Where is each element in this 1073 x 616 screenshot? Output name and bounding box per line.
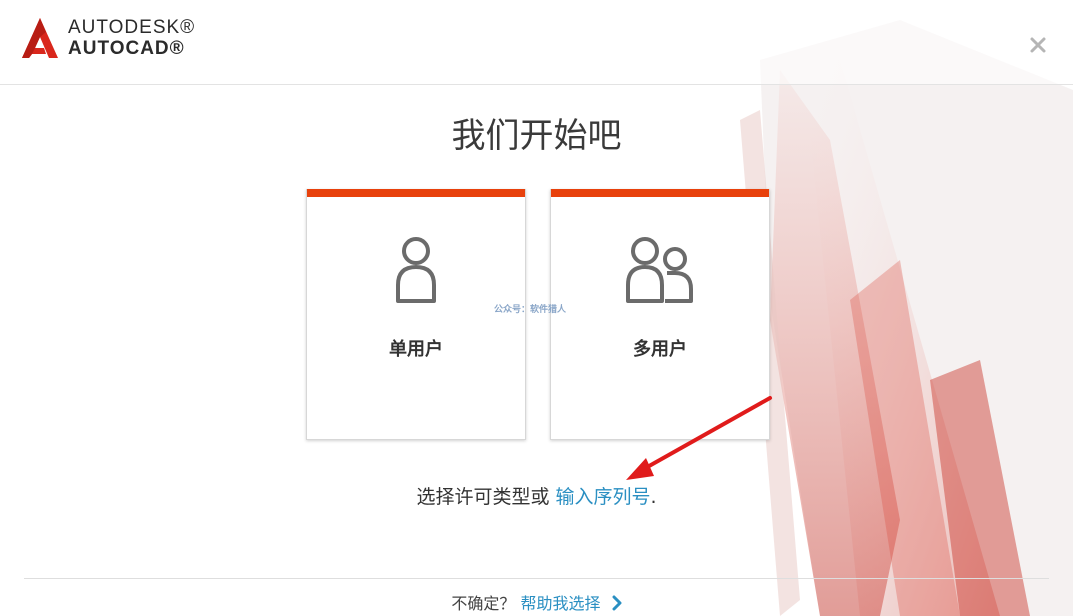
brand-line2: AUTOCAD® [68, 38, 185, 59]
single-user-card[interactable]: 单用户 [306, 189, 526, 440]
page-title: 我们开始吧 [451, 116, 622, 156]
autocad-a-icon [22, 18, 58, 58]
single-user-icon [396, 237, 436, 303]
single-user-label: 单用户 [389, 339, 443, 360]
footer: 不确定？ 帮助我选择 [0, 590, 1073, 614]
help-me-choose-link[interactable]: 帮助我选择 [521, 594, 601, 613]
enter-serial-link[interactable]: 输入序列号 [555, 486, 650, 508]
card-accent-bar [551, 189, 769, 197]
close-icon[interactable] [1029, 36, 1047, 54]
autodesk-logo: AUTODESK® AUTOCAD® [22, 18, 195, 58]
multi-user-icon [626, 237, 693, 303]
chevron-right-icon[interactable] [612, 595, 622, 611]
prompt-text: 选择许可类型或 [416, 486, 556, 508]
card-accent-bar [307, 189, 525, 197]
footer-question: 不确定？ [451, 594, 516, 613]
license-prompt: 选择许可类型或 输入序列号. [0, 482, 1073, 509]
multi-user-card[interactable]: 多用户 [550, 189, 770, 440]
footer-divider [24, 578, 1049, 579]
watermark-text: 公众号：软件猎人 [494, 305, 567, 315]
brand-line1: AUTODESK® [68, 17, 196, 38]
multi-user-label: 多用户 [633, 339, 687, 360]
header: AUTODESK® AUTOCAD® [0, 0, 1073, 85]
prompt-end: . [650, 486, 657, 508]
